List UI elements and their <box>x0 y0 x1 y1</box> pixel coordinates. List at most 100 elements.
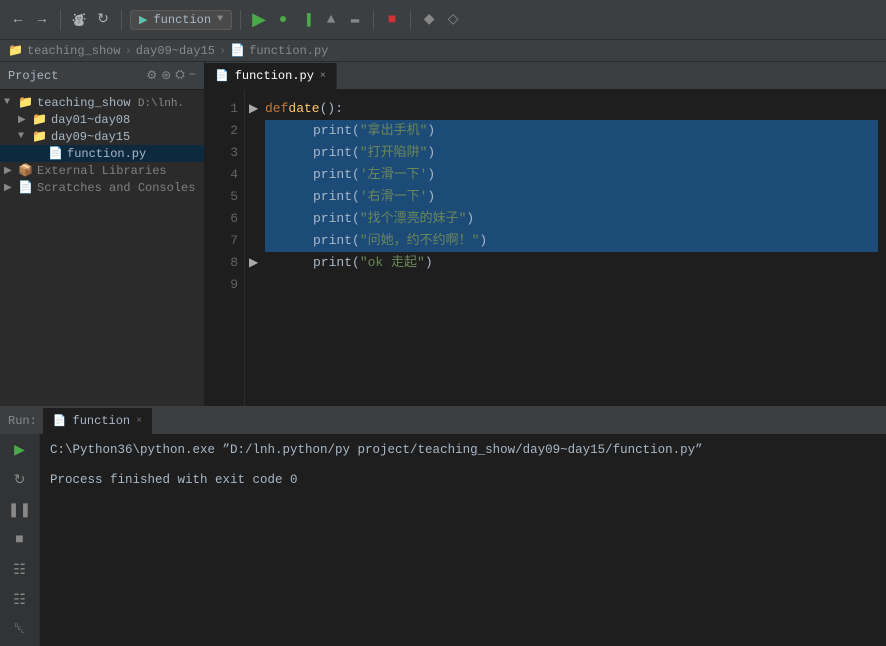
stop-button[interactable]: ■ <box>382 10 402 30</box>
sidebar-sync-icon[interactable]: ⊛ <box>161 68 171 83</box>
tab-close-icon[interactable]: × <box>320 71 326 82</box>
toolbar: ← → ⛇ ↻ ▶ function ▼ ▶ ● ▐ ▲ ▬ ■ ◆ ◇ <box>0 0 886 40</box>
scratches-icon: 📄 <box>18 180 34 195</box>
separator-2 <box>121 10 122 30</box>
bottom-tab-function[interactable]: 📄 function × <box>43 408 152 434</box>
functionpy-label: function.py <box>67 147 146 161</box>
print-4: print( <box>313 164 360 186</box>
git-icon[interactable]: ◆ <box>419 10 439 30</box>
sidebar-settings-icon[interactable]: ⚙ <box>146 68 157 83</box>
update-icon[interactable]: ↻ <box>93 10 113 30</box>
git2-icon[interactable]: ◇ <box>443 10 463 30</box>
build-icon[interactable]: ⛇ <box>69 10 89 30</box>
run-config-dropdown[interactable]: ▶ function ▼ <box>130 10 232 30</box>
print-3: print( <box>313 142 360 164</box>
code-line-1: def date(): <box>265 98 878 120</box>
console-output-line: Process finished with exit code 0 <box>50 470 876 490</box>
paren-5: ) <box>427 186 435 208</box>
run-tab-label: function <box>73 414 131 428</box>
extlib-label: External Libraries <box>37 164 167 178</box>
functionpy-icon: 📄 <box>48 146 64 161</box>
breadcrumb-sep-2: › <box>219 44 226 58</box>
profile-icon[interactable]: ▲ <box>321 10 341 30</box>
debug-icon[interactable]: ● <box>273 10 293 30</box>
separator-5 <box>410 10 411 30</box>
tree-item-day01[interactable]: ▶ 📁 day01~day08 <box>0 111 204 128</box>
breadcrumb-folder-icon: 📁 <box>8 43 23 58</box>
filter-icon[interactable]: ☷ <box>8 588 32 612</box>
separator-4 <box>373 10 374 30</box>
str-8: "ok 走起" <box>360 252 425 274</box>
sidebar-gear-icon[interactable]: ⛭ <box>175 68 185 83</box>
print-5: print( <box>313 186 360 208</box>
bottom-content: ▶ ↻ ❚❚ ■ ☷ ☷ ␡ C:\Python36\python.exe ”D… <box>0 434 886 646</box>
extlib-arrow: ▶ <box>4 165 18 177</box>
breadcrumb-file[interactable]: function.py <box>249 44 328 58</box>
line-num-1: 1 <box>205 98 238 120</box>
fn-paren: (): <box>320 98 343 120</box>
separator-3 <box>240 10 241 30</box>
print-7: print( <box>313 230 360 252</box>
tree-item-functionpy[interactable]: 📄 function.py <box>0 145 204 162</box>
print-6: print( <box>313 208 360 230</box>
editor-tabs: 📄 function.py × <box>205 62 886 90</box>
bottom-tabs: Run: 📄 function × <box>0 408 886 434</box>
sidebar-collapse-icon[interactable]: − <box>189 68 196 83</box>
run-button[interactable]: ▶ <box>249 10 269 30</box>
day09-folder-icon: 📁 <box>32 129 48 144</box>
console-cmd-line: C:\Python36\python.exe ”D:/lnh.python/py… <box>50 440 876 460</box>
console-spacer <box>50 460 876 470</box>
coverage-icon[interactable]: ▐ <box>297 10 317 30</box>
code-line-7: print("问她，约不约啊！") <box>265 230 878 252</box>
line-num-4: 4 <box>205 164 238 186</box>
tree-item-scratches[interactable]: ▶ 📄 Scratches and Consoles <box>0 179 204 196</box>
rerun-icon[interactable]: ↻ <box>8 468 32 492</box>
str-7: "问她，约不约啊！" <box>360 230 480 252</box>
breadcrumb-sep-1: › <box>125 44 132 58</box>
concurrency-icon[interactable]: ▬ <box>345 10 365 30</box>
clear-icon[interactable]: ␡ <box>8 618 32 642</box>
play-icon[interactable]: ▶ <box>8 438 32 462</box>
tree-item-day09[interactable]: ▼ 📁 day09~day15 <box>0 128 204 145</box>
editor-tab-functionpy[interactable]: 📄 function.py × <box>205 63 337 89</box>
breadcrumb-sub[interactable]: day09~day15 <box>136 44 215 58</box>
pause-icon[interactable]: ❚❚ <box>8 498 32 522</box>
tree-item-extlib[interactable]: ▶ 📦 External Libraries <box>0 162 204 179</box>
code-line-5: print('右滑一下') <box>265 186 878 208</box>
fn-name: date <box>288 98 319 120</box>
paren-2: ) <box>427 120 435 142</box>
code-line-8: ▶ print("ok 走起") <box>265 252 878 274</box>
bookmark-top: ▶ <box>249 98 258 120</box>
tab-label: function.py <box>235 69 314 83</box>
code-line-2: print("拿出手机") <box>265 120 878 142</box>
sidebar-header: Project ⚙ ⊛ ⛭ − <box>0 62 204 90</box>
stop-icon[interactable]: ■ <box>8 528 32 552</box>
str-4: '左滑一下' <box>360 164 428 186</box>
scroll-icon[interactable]: ☷ <box>8 558 32 582</box>
str-3: "打开陷阱" <box>360 142 428 164</box>
tab-py-icon: 📄 <box>215 69 229 83</box>
project-tab[interactable]: Project <box>8 69 58 83</box>
breadcrumb-root[interactable]: teaching_show <box>27 44 121 58</box>
day01-arrow: ▶ <box>18 114 32 126</box>
str-2: "拿出手机" <box>360 120 428 142</box>
paren-7: ) <box>479 230 487 252</box>
run-config-arrow: ▼ <box>217 14 223 25</box>
run-tab-close-icon[interactable]: × <box>136 416 142 427</box>
code-line-4: print('左滑一下') <box>265 164 878 186</box>
run-config-label: function <box>153 13 211 27</box>
line-num-7: 7 <box>205 230 238 252</box>
paren-4: ) <box>427 164 435 186</box>
code-line-3: print("打开陷阱") <box>265 142 878 164</box>
forward-icon[interactable]: → <box>32 10 52 30</box>
tree-root-label: teaching_show D:\lnh. <box>37 96 184 110</box>
breadcrumb-file-icon: 📄 <box>230 43 245 58</box>
back-icon[interactable]: ← <box>8 10 28 30</box>
scratches-label: Scratches and Consoles <box>37 181 195 195</box>
scratches-arrow: ▶ <box>4 182 18 194</box>
day01-folder-icon: 📁 <box>32 112 48 127</box>
print-8: print( <box>313 252 360 274</box>
paren-8: ) <box>425 252 433 274</box>
tree-root[interactable]: ▼ 📁 teaching_show D:\lnh. <box>0 94 204 111</box>
sidebar-actions: ⚙ ⊛ ⛭ − <box>146 68 196 83</box>
